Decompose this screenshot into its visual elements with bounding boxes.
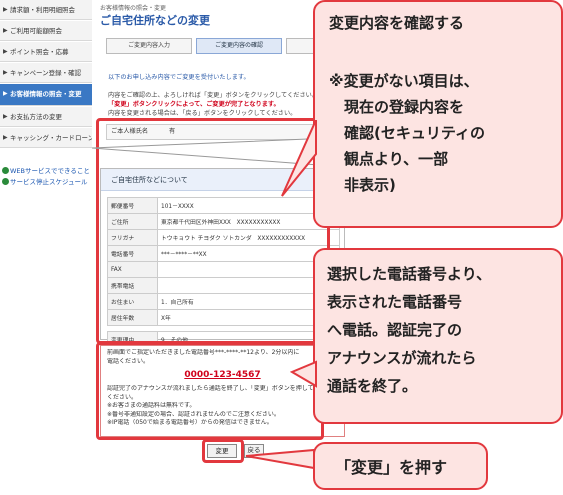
sidebar-item-label: ポイント照会・応募	[10, 48, 69, 56]
sidebar-item-label: 請求額・利用明細照会	[10, 6, 75, 14]
chevron-right-icon: ▶	[3, 113, 8, 120]
sidebar-item-campaign[interactable]: ▶ キャンペーン登録・確認	[0, 63, 92, 83]
sidebar: ▶ 請求額・利用明細照会 ▶ ご利用可能額照会 ▶ ポイント照会・応募 ▶ キャ…	[0, 0, 92, 495]
sidebar-item-label: ご利用可能額照会	[10, 27, 62, 35]
chevron-right-icon: ▶	[3, 6, 8, 13]
bullet-icon	[2, 167, 9, 174]
sidebar-link-label: WEBサービスでできること	[10, 167, 90, 175]
callout-pointer-3	[245, 448, 315, 470]
callout-body: 「変更」を押す	[335, 458, 448, 477]
callout-title: 変更内容を確認する	[329, 14, 465, 32]
chevron-right-icon: ▶	[3, 90, 8, 97]
sidebar-item-billing[interactable]: ▶ 請求額・利用明細照会	[0, 0, 92, 20]
chevron-right-icon: ▶	[3, 48, 8, 55]
callout-phone: 選択した電話番号より、 表示された電話番号 へ電話。認証完了の アナウンスが流れ…	[313, 248, 563, 424]
intro-lead: 以下のお申し込み内容でご変更を受付いたします。	[108, 74, 250, 81]
intro-line: 内容を変更される場合は、「戻る」ボタンをクリックしてください。	[108, 110, 297, 117]
callout-pointer-2	[290, 360, 317, 388]
callout-confirm: 変更内容を確認する ※変更がない項目は、 現在の登録内容を 確認(セキュリティの…	[313, 0, 563, 228]
bullet-icon	[2, 178, 9, 185]
intro-line: 内容をご確認の上、よろしければ「変更」ボタンをクリックしてください。	[108, 92, 319, 99]
sidebar-item-label: キャッシング・カードローン	[10, 134, 92, 142]
sidebar-item-label: お支払方法の変更	[10, 113, 62, 121]
highlight-frame-button	[202, 439, 244, 463]
sidebar-item-points[interactable]: ▶ ポイント照会・応募	[0, 42, 92, 62]
callout-body: ※変更がない項目は、 現在の登録内容を 確認(セキュリティの 観点より、一部 非…	[329, 72, 485, 194]
sidebar-item-payment-method[interactable]: ▶ お支払方法の変更	[0, 107, 92, 127]
sidebar-item-available-amount[interactable]: ▶ ご利用可能額照会	[0, 21, 92, 41]
sidebar-item-cashing[interactable]: ▶ キャッシング・カードローン	[0, 128, 92, 148]
highlight-frame-call	[96, 342, 324, 440]
sidebar-link-web-services[interactable]: WEBサービスでできること	[2, 165, 90, 175]
chevron-right-icon: ▶	[3, 134, 8, 141]
sidebar-link-maintenance[interactable]: サービス停止スケジュール	[2, 176, 88, 186]
page-title: ご自宅住所などの変更	[100, 14, 210, 27]
breadcrumb: お客様情報の照会・変更	[100, 5, 167, 12]
chevron-right-icon: ▶	[3, 69, 8, 76]
chevron-right-icon: ▶	[3, 27, 8, 34]
sidebar-item-label: キャンペーン登録・確認	[10, 69, 82, 77]
sidebar-link-label: サービス停止スケジュール	[10, 178, 88, 186]
step-input: ご変更内容入力	[106, 38, 192, 54]
sidebar-item-label: お客様情報の照会・変更	[10, 90, 82, 98]
sidebar-item-customer-info[interactable]: ▶ お客様情報の照会・変更	[0, 84, 92, 106]
callout-body: 選択した電話番号より、 表示された電話番号 へ電話。認証完了の アナウンスが流れ…	[327, 265, 492, 395]
callout-pointer-1	[281, 120, 317, 197]
callout-press-change: 「変更」を押す	[313, 442, 488, 490]
step-confirm: ご変更内容の確認	[196, 38, 282, 54]
intro-line-warning: 「変更」ボタンクリックによって、ご変更が完了となります。	[108, 101, 280, 108]
